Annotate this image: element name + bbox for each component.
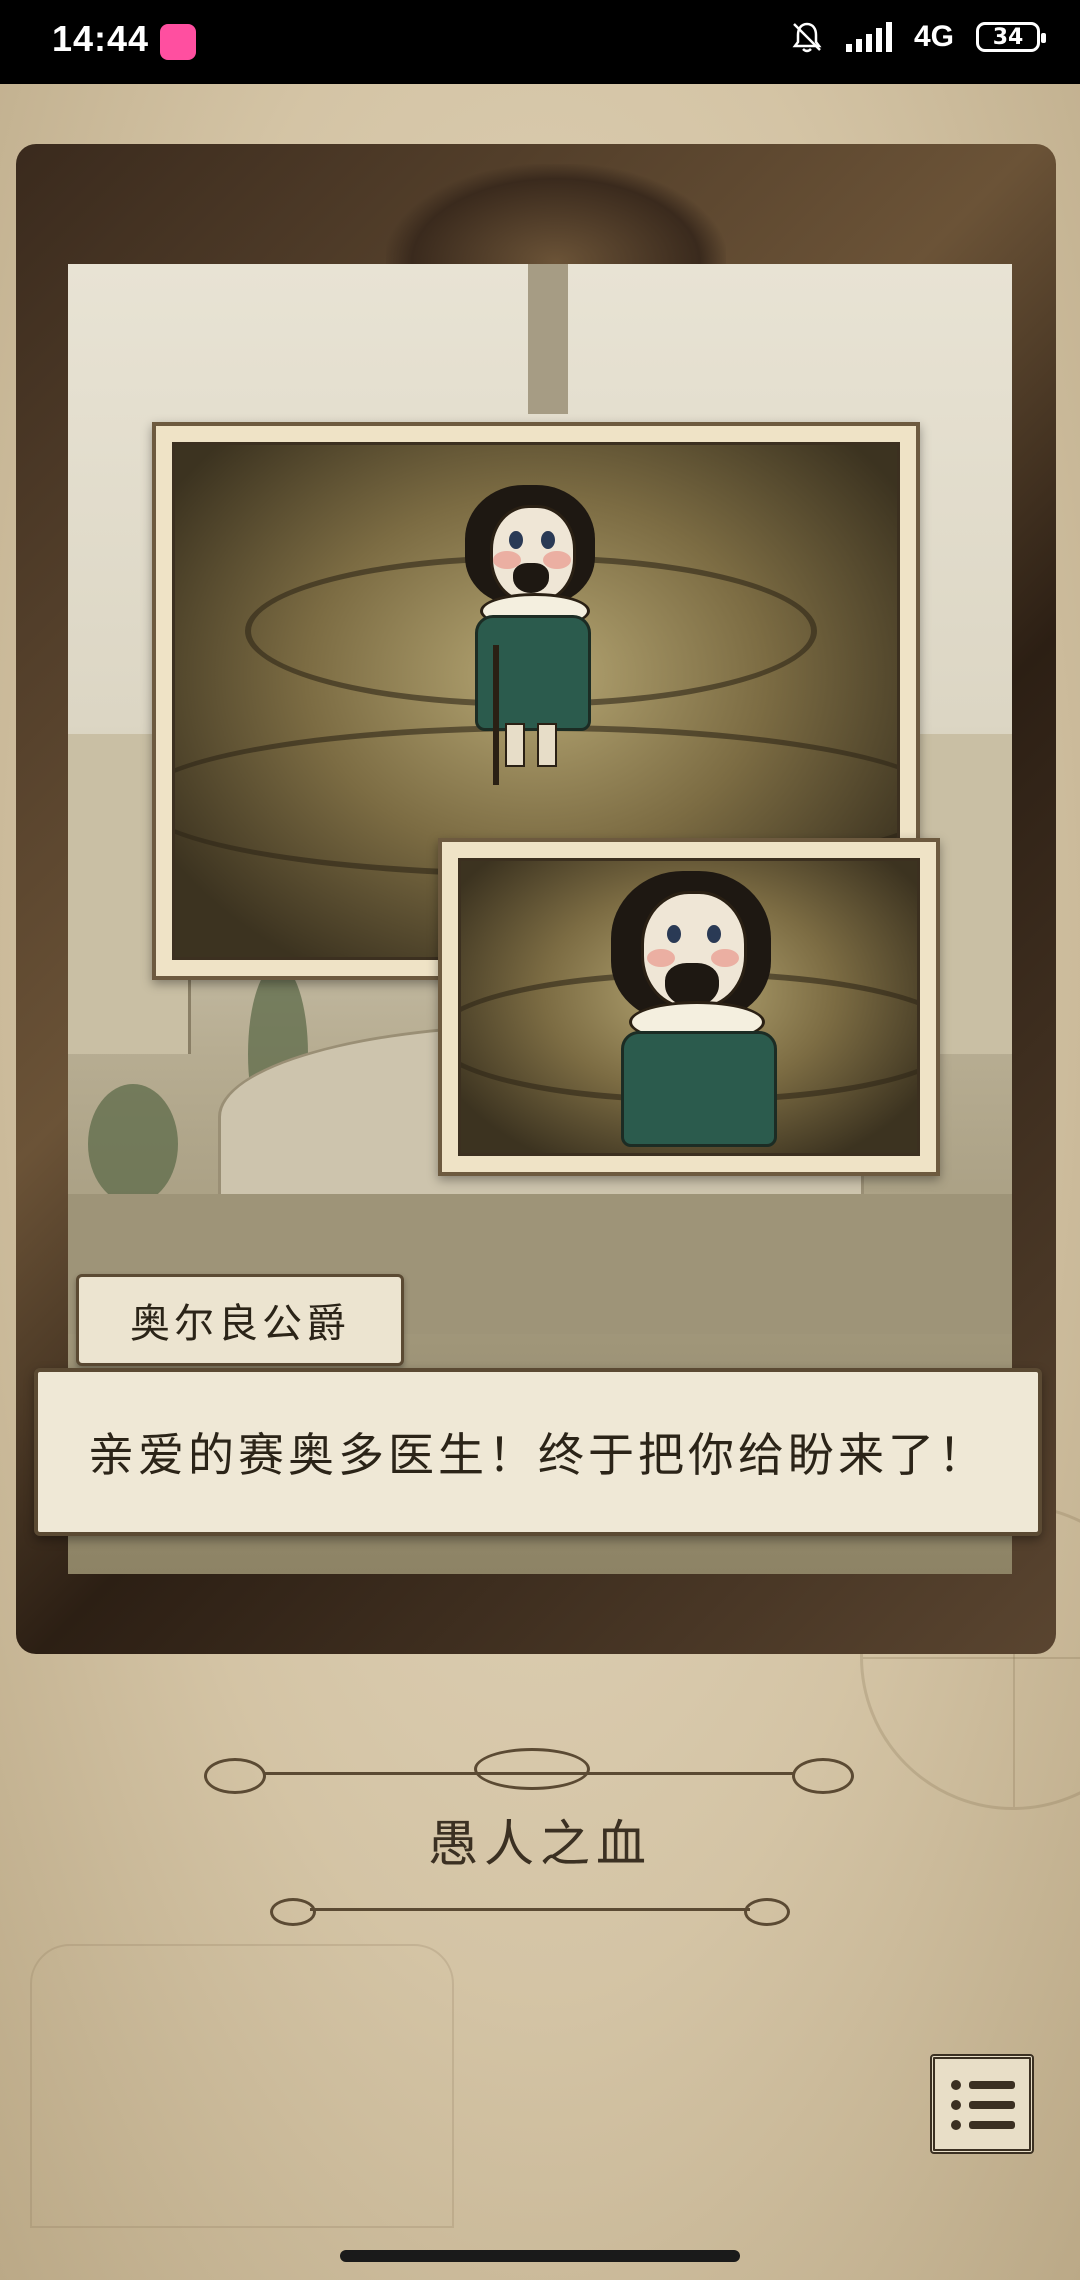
- mute-bell-icon: [792, 22, 822, 53]
- fountain-closeup-image: [458, 858, 920, 1156]
- duke-blush: [543, 551, 571, 569]
- title-ornament-top: [204, 1748, 854, 1794]
- comic-panel-close-up: [438, 838, 940, 1176]
- duke-cane: [493, 645, 499, 785]
- duke-beard: [513, 563, 549, 593]
- list-menu-button[interactable]: [930, 2054, 1034, 2154]
- duke-eye: [707, 925, 721, 943]
- garden-tree: [88, 1084, 178, 1204]
- duke-eye: [667, 925, 681, 943]
- duke-green-doublet: [621, 1031, 777, 1147]
- status-time: 14:44: [52, 18, 150, 59]
- app-notification-icon: [160, 24, 196, 60]
- duke-eye: [541, 531, 555, 549]
- battery-icon: 34: [976, 22, 1046, 52]
- status-bar: 14:44 4G 34: [0, 0, 1080, 84]
- duke-leg: [505, 723, 525, 767]
- speaker-name: 奥尔良公爵: [130, 1301, 350, 1347]
- battery-level: 34: [992, 24, 1024, 50]
- duke-blush: [647, 949, 675, 967]
- castle-sketch-watermark: [30, 1944, 454, 2228]
- gesture-nav-handle[interactable]: [340, 2250, 740, 2262]
- speaker-name-tag: 奥尔良公爵: [76, 1274, 404, 1366]
- signal-bars-icon: [845, 22, 892, 52]
- chapter-title: 愚人之血: [428, 1815, 652, 1873]
- dialogue-box[interactable]: 亲爱的赛奥多医生！终于把你给盼来了！: [34, 1368, 1042, 1536]
- game-screen[interactable]: 奥尔良公爵 亲爱的赛奥多医生！终于把你给盼来了！ 愚人之血: [0, 84, 1080, 2280]
- title-ornament-bottom: [270, 1890, 790, 1930]
- duke-blush: [711, 949, 739, 967]
- duke-eye: [509, 531, 523, 549]
- palace-spire: [528, 264, 568, 414]
- status-icons: 4G 34: [790, 20, 1046, 54]
- network-type: 4G: [913, 20, 954, 53]
- duke-leg: [537, 723, 557, 767]
- dialogue-text: 亲爱的赛奥多医生！终于把你给盼来了！: [88, 1428, 988, 1482]
